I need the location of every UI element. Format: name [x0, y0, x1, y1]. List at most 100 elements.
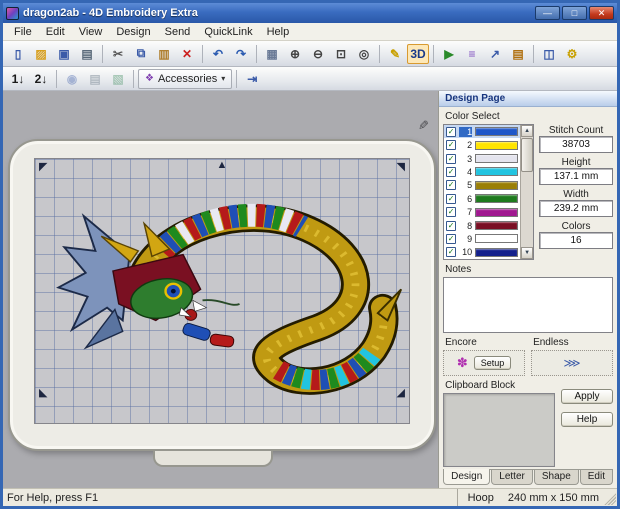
life-view-icon[interactable]: ◉ [61, 69, 83, 89]
paste-icon[interactable]: ▥ [153, 44, 175, 64]
scroll-up-icon[interactable]: ▲ [521, 125, 534, 137]
color-visible-checkbox[interactable]: ✓ [446, 220, 457, 231]
color-swatch[interactable] [475, 234, 519, 244]
color-row[interactable]: ✓ 3 [444, 152, 520, 165]
apply-button[interactable]: Apply [561, 389, 613, 404]
tab-edit[interactable]: Edit [579, 470, 613, 485]
color-swatch[interactable] [475, 167, 519, 177]
color-swatch[interactable] [475, 221, 519, 231]
encore-icon[interactable]: ✽ [457, 355, 468, 371]
grid-icon[interactable]: ▦ [261, 44, 283, 64]
color-swatch[interactable] [475, 247, 519, 257]
toolbar-separator [256, 44, 257, 63]
accessories-dropdown[interactable]: ❖ Accessories ▾ [138, 68, 233, 89]
scrollbar-track[interactable] [521, 137, 534, 247]
copy-icon[interactable]: ⧉ [130, 44, 152, 64]
menu-view[interactable]: View [72, 25, 110, 39]
color-visible-checkbox[interactable]: ✓ [446, 193, 457, 204]
hoop-grid-area[interactable]: ◤ ◥ ◣ ◢ ▲ [34, 158, 410, 424]
background-icon[interactable]: ▧ [107, 69, 129, 89]
color-swatch[interactable] [475, 154, 519, 164]
menu-design[interactable]: Design [109, 25, 157, 39]
color-change-2-icon[interactable]: 2↓ [30, 69, 52, 89]
new-document-icon[interactable]: ▯ [7, 44, 29, 64]
save-icon[interactable]: ▣ [53, 44, 75, 64]
zoom-area-icon[interactable]: ⊡ [330, 44, 352, 64]
color-row[interactable]: ✓ 8 [444, 219, 520, 232]
tab-design[interactable]: Design [443, 469, 491, 485]
color-row[interactable]: ✓ 6 [444, 192, 520, 205]
zoom-out-icon[interactable]: ⊖ [307, 44, 329, 64]
color-row[interactable]: ✓ 10 [444, 246, 520, 259]
3d-view-button[interactable]: 3D [407, 43, 429, 64]
secondary-toolbar: 1↓ 2↓ ◉ ▤ ▧ ❖ Accessories ▾ ⇥ [3, 67, 617, 91]
design-player-icon[interactable]: ▶ [438, 44, 460, 64]
color-visible-checkbox[interactable]: ✓ [446, 166, 457, 177]
configure-icon[interactable]: ⚙ [561, 44, 583, 64]
color-row[interactable]: ✓ 1 [444, 125, 521, 139]
send-to-machine-icon[interactable]: ⇥ [241, 69, 263, 89]
delete-icon[interactable]: ✕ [176, 44, 198, 64]
close-button[interactable]: ✕ [589, 6, 614, 20]
seam-tool-icon[interactable]: ✎ [415, 120, 431, 131]
color-row[interactable]: ✓ 5 [444, 179, 520, 192]
zoom-in-icon[interactable]: ⊕ [284, 44, 306, 64]
color-swatch[interactable] [475, 140, 519, 150]
main-toolbar: ▯ ▨ ▣ ▤ ✂ ⧉ ▥ ✕ ↶ ↷ ▦ ⊕ ⊖ ⊡ ◎ ✎ 3D ▶ ≡ ↗ ▤ ◫ ⚙ [3, 41, 617, 67]
print-preview-icon[interactable]: ▤ [84, 69, 106, 89]
help-button[interactable]: Help [561, 412, 613, 427]
scrollbar-thumb[interactable] [521, 138, 534, 172]
encore-group: ✽ Setup [443, 350, 526, 376]
color-row[interactable]: ✓ 9 [444, 232, 520, 245]
menu-edit[interactable]: Edit [39, 25, 72, 39]
print-icon[interactable]: ▤ [76, 44, 98, 64]
export-icon[interactable]: ↗ [484, 44, 506, 64]
menubar: File Edit View Design Send QuickLink Hel… [3, 23, 617, 41]
measure-icon[interactable]: ✎ [384, 44, 406, 64]
design-canvas[interactable]: ✎ ◤ ◥ ◣ ◢ ▲ [3, 91, 439, 488]
endless-label: Endless [533, 337, 569, 348]
color-visible-checkbox[interactable]: ✓ [446, 126, 457, 137]
toolbar-separator [102, 44, 103, 63]
color-row[interactable]: ✓ 2 [444, 138, 520, 151]
resize-grip[interactable] [604, 493, 616, 505]
color-visible-checkbox[interactable]: ✓ [446, 247, 457, 258]
color-swatch[interactable] [475, 194, 519, 204]
color-change-1-icon[interactable]: 1↓ [7, 69, 29, 89]
color-visible-checkbox[interactable]: ✓ [446, 140, 457, 151]
endless-icon[interactable]: ⋙ [563, 356, 580, 370]
color-visible-checkbox[interactable]: ✓ [446, 233, 457, 244]
notes-input[interactable] [443, 277, 613, 333]
color-row[interactable]: ✓ 7 [444, 205, 520, 218]
menu-help[interactable]: Help [260, 25, 297, 39]
color-swatch[interactable] [475, 207, 519, 217]
dragon-design[interactable] [37, 163, 407, 401]
minimize-button[interactable]: — [535, 6, 560, 20]
cut-icon[interactable]: ✂ [107, 44, 129, 64]
color-sort-icon[interactable]: ≡ [461, 44, 483, 64]
color-visible-checkbox[interactable]: ✓ [446, 180, 457, 191]
setup-button[interactable]: Setup [473, 356, 512, 370]
color-list-scrollbar[interactable]: ▲ ▼ [520, 125, 534, 259]
color-swatch[interactable] [475, 127, 519, 137]
menu-quicklink[interactable]: QuickLink [197, 25, 259, 39]
menu-send[interactable]: Send [158, 25, 198, 39]
color-visible-checkbox[interactable]: ✓ [446, 153, 457, 164]
tab-letter[interactable]: Letter [491, 470, 533, 485]
undo-icon[interactable]: ↶ [207, 44, 229, 64]
color-visible-checkbox[interactable]: ✓ [446, 207, 457, 218]
color-number: 6 [467, 193, 473, 204]
color-row[interactable]: ✓ 4 [444, 165, 520, 178]
toolbar-separator [236, 69, 238, 88]
menu-file[interactable]: File [7, 25, 39, 39]
design-properties-icon[interactable]: ◫ [538, 44, 560, 64]
redo-icon[interactable]: ↷ [230, 44, 252, 64]
status-bar: For Help, press F1 Hoop 240 mm x 150 mm [3, 488, 617, 506]
overview-icon[interactable]: ◎ [353, 44, 375, 64]
open-folder-icon[interactable]: ▨ [30, 44, 52, 64]
design-notes-icon[interactable]: ▤ [507, 44, 529, 64]
color-swatch[interactable] [475, 180, 519, 190]
tab-shape[interactable]: Shape [533, 470, 579, 485]
scroll-down-icon[interactable]: ▼ [521, 247, 534, 259]
maximize-button[interactable]: □ [562, 6, 587, 20]
